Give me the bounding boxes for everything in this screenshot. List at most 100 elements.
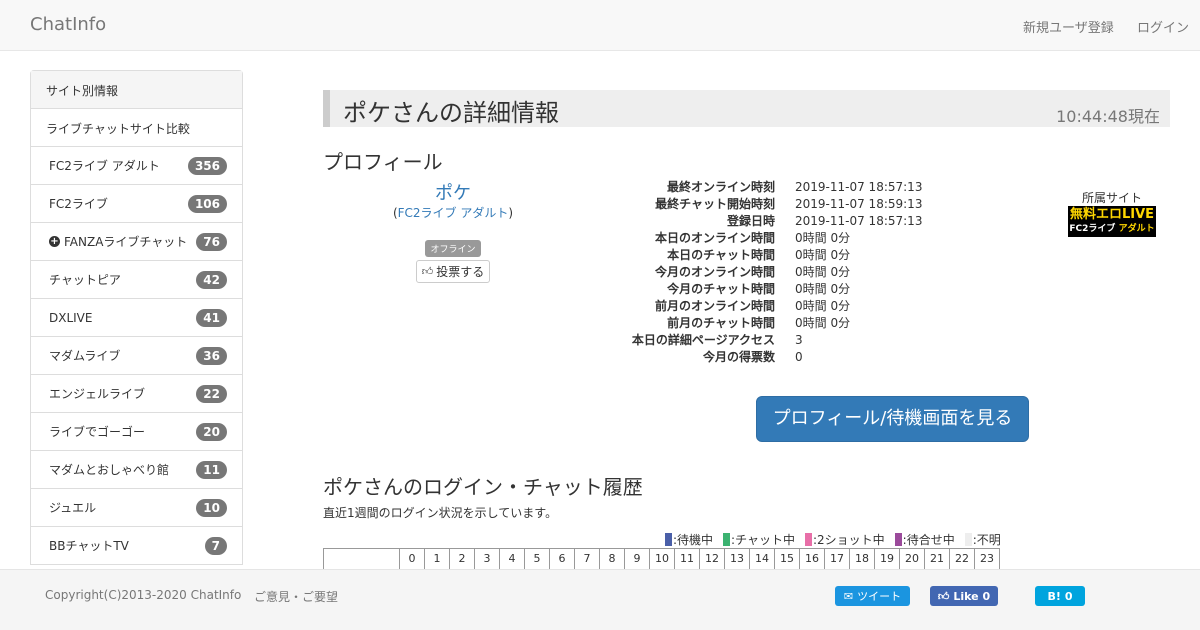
current-time: 10:44:48現在 <box>1056 107 1160 126</box>
hour-cell: 23 <box>975 549 1000 569</box>
hour-cell: 4 <box>500 549 525 569</box>
info-value: 0 <box>795 350 803 364</box>
legend-item: :不明 <box>964 531 1001 548</box>
info-row: 本日のチャット時間 0時間 0分 <box>600 247 922 264</box>
count-badge: 10 <box>196 498 227 517</box>
vote-label: 投票する <box>436 265 485 279</box>
login-link[interactable]: ログイン <box>1137 17 1189 36</box>
count-badge: 20 <box>196 422 227 441</box>
sidebar-item-label-wrap: BBチャットTV <box>49 537 129 554</box>
legend-swatch <box>894 533 902 546</box>
hours-corner-cell <box>324 549 400 569</box>
brand-logo[interactable]: ChatInfo <box>30 14 106 35</box>
hour-cell: 17 <box>825 549 850 569</box>
hour-cell: 0 <box>400 549 425 569</box>
info-key: 本日の詳細ページアクセス <box>631 333 775 347</box>
hour-cell: 15 <box>775 549 800 569</box>
hour-cell: 21 <box>925 549 950 569</box>
legend-label: :待合せ中 <box>902 533 955 547</box>
sidebar-item-label: FC2ライブ <box>49 197 108 211</box>
info-value: 0時間 0分 <box>795 299 851 313</box>
history-description: 直近1週間のログイン状況を示しています。 <box>323 506 558 520</box>
sidebar-item-site[interactable]: FC2ライブ 106 <box>31 185 242 223</box>
view-profile-button[interactable]: プロフィール/待機画面を見る <box>756 396 1029 442</box>
info-key: 今月のチャット時間 <box>667 282 775 296</box>
sidebar-item-site[interactable]: BBチャットTV 7 <box>31 527 242 565</box>
sidebar-item-compare[interactable]: ライブチャットサイト比較 <box>31 109 242 147</box>
paren-close: ) <box>508 206 514 220</box>
performer-name[interactable]: ポケ <box>323 179 583 205</box>
legend-swatch <box>665 533 672 546</box>
legend-swatch <box>804 533 812 546</box>
hour-cell: 13 <box>725 549 750 569</box>
navbar: ChatInfo 新規ユーザ登録 ログイン <box>0 0 1200 51</box>
hour-cell: 20 <box>900 549 925 569</box>
hour-cell: 2 <box>450 549 475 569</box>
info-row: 最終チャット開始時刻 2019-11-07 18:59:13 <box>600 196 922 213</box>
legend-label: :待機中 <box>673 533 714 547</box>
hour-cell: 14 <box>750 549 775 569</box>
sidebar-item-label: エンジェルライブ <box>49 387 146 401</box>
legend-label: :2ショット中 <box>812 533 885 547</box>
info-row: 今月のチャット時間 0時間 0分 <box>600 281 922 298</box>
sidebar-item-label: チャットピア <box>49 273 121 287</box>
legend-label: :チャット中 <box>731 533 795 547</box>
feedback-link[interactable]: ご意見・ご要望 <box>254 588 338 605</box>
logo-bottom-a: FC2ライブ <box>1069 224 1116 234</box>
sidebar-item-label-wrap: + FANZAライブチャット <box>49 233 187 250</box>
info-key: 前月のオンライン時間 <box>654 299 775 313</box>
info-value: 0時間 0分 <box>795 316 851 330</box>
info-key: 今月の得票数 <box>702 350 775 364</box>
hour-cell: 10 <box>650 549 675 569</box>
sidebar-item-site[interactable]: エンジェルライブ 22 <box>31 375 242 413</box>
vote-wrap: 👍︎ 投票する <box>323 260 583 283</box>
sidebar-item-label-wrap: FC2ライブ アダルト <box>49 157 160 174</box>
performer-site: (FC2ライブ アダルト) <box>323 204 583 221</box>
sidebar-item-label-wrap: FC2ライブ <box>49 195 108 212</box>
hour-cell: 18 <box>850 549 875 569</box>
sidebar-item-site[interactable]: DXLIVE 41 <box>31 299 242 337</box>
sidebar-item-label: DXLIVE <box>49 310 93 325</box>
hour-cell: 6 <box>550 549 575 569</box>
info-row: 本日のオンライン時間 0時間 0分 <box>600 230 922 247</box>
page-header: ポケさんの詳細情報 10:44:48現在 <box>323 90 1170 127</box>
info-key: 本日のオンライン時間 <box>654 231 775 245</box>
hatena-bookmark-button[interactable]: B! 0 <box>1035 586 1085 606</box>
legend-item: :チャット中 <box>723 531 795 548</box>
thumbs-up-icon: 👍︎ <box>421 265 434 278</box>
info-value: 3 <box>795 333 803 347</box>
facebook-like-button[interactable]: 👍︎ Like 0 <box>930 586 998 606</box>
info-row: 最終オンライン時刻 2019-11-07 18:57:13 <box>600 179 922 196</box>
sidebar-item-site[interactable]: マダムライブ 36 <box>31 337 242 375</box>
count-badge: 7 <box>204 536 227 555</box>
sidebar-item-label: ジュエル <box>49 501 97 515</box>
sidebar-item-site[interactable]: ジュエル 10 <box>31 489 242 527</box>
sidebar-item-site[interactable]: FC2ライブ アダルト 356 <box>31 147 242 185</box>
info-value: 2019-11-07 18:57:13 <box>795 180 923 194</box>
count-badge: 11 <box>196 460 227 479</box>
hour-cell: 1 <box>425 549 450 569</box>
logo-bottom-b: アダルト <box>1118 224 1155 234</box>
sidebar-item-site[interactable]: チャットピア 42 <box>31 261 242 299</box>
status-wrap: オフライン <box>323 240 583 257</box>
profile-info-table: 最終オンライン時刻 2019-11-07 18:57:13 最終チャット開始時刻 20… <box>600 179 923 366</box>
tweet-button[interactable]: ✉︎ ツイート <box>835 586 910 606</box>
logo-bottom-text: FC2ライブ アダルト <box>1068 223 1156 235</box>
legend-item: :2ショット中 <box>804 531 885 548</box>
info-value: 0時間 0分 <box>795 282 851 296</box>
info-row: 前月のチャット時間 0時間 0分 <box>600 315 922 332</box>
site-label: 所属サイト <box>1081 191 1142 205</box>
vote-button[interactable]: 👍︎ 投票する <box>415 260 491 283</box>
info-value: 2019-11-07 18:57:13 <box>795 214 923 228</box>
history-heading: ポケさんのログイン・チャット履歴 <box>323 475 643 499</box>
sidebar: サイト別情報 ライブチャットサイト比較 FC2ライブ アダルト 356 FC2ライブ… <box>30 70 243 565</box>
site-logo[interactable]: 無料エロLIVE FC2ライブ アダルト <box>1068 206 1156 237</box>
sidebar-item-label: BBチャットTV <box>49 539 129 553</box>
legend-item: :待合せ中 <box>894 531 955 548</box>
performer-site-link[interactable]: FC2ライブ アダルト <box>398 206 509 220</box>
sidebar-item-site[interactable]: + FANZAライブチャット 76 <box>31 223 242 261</box>
count-badge: 76 <box>196 232 227 251</box>
sidebar-item-site[interactable]: マダムとおしゃべり館 11 <box>31 451 242 489</box>
register-link[interactable]: 新規ユーザ登録 <box>1023 17 1114 36</box>
sidebar-item-site[interactable]: ライブでゴーゴー 20 <box>31 413 242 451</box>
